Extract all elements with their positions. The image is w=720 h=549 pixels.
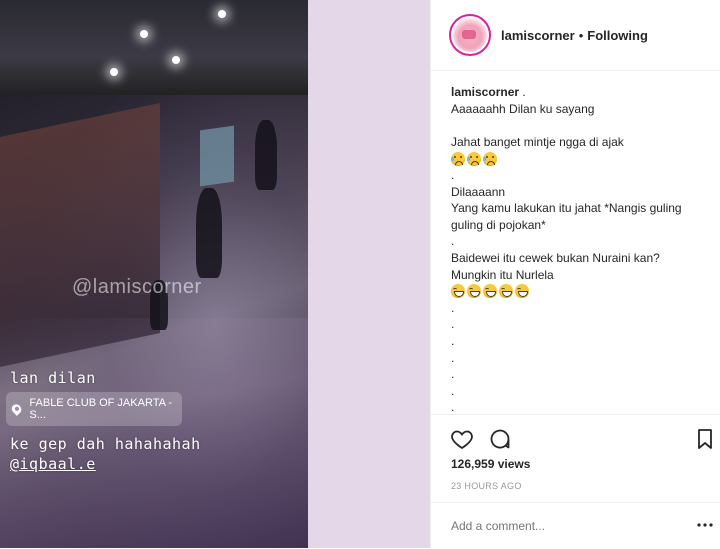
video-ceiling [0, 0, 308, 95]
follow-button[interactable]: Following [587, 28, 648, 43]
story-text-line: ke gep dah hahahahah [10, 435, 201, 453]
comment-bar [431, 502, 720, 549]
laughing-emoji-icon [483, 284, 497, 299]
laughing-emoji-icon [467, 284, 481, 299]
location-sticker[interactable]: FABLE CLUB OF JAKARTA - S... [6, 392, 182, 426]
video-light [140, 30, 148, 38]
laughing-emoji-icon [451, 284, 465, 299]
caption-line: Aaaaaahh Dilan ku sayang [451, 101, 595, 116]
caption-line: . [451, 333, 455, 348]
sad-face-emoji-icon [483, 151, 497, 166]
location-pin-icon [9, 402, 24, 416]
caption-line: . [451, 367, 455, 382]
caption-line: Jahat banget mintje ngga di ajak [451, 134, 624, 149]
caption-line: Mungkin itu Nurlela [451, 267, 554, 282]
comment-input[interactable] [451, 519, 671, 533]
caption-line: guling di pojokan* [451, 217, 546, 232]
video-light [172, 56, 180, 64]
avatar[interactable] [449, 14, 491, 56]
video-light [110, 68, 118, 76]
post-timestamp[interactable]: 23 HOURS AGO [451, 481, 522, 491]
caption-line: . [451, 300, 455, 315]
caption-line: Baidewei itu cewek bukan Nuraini kan? [451, 250, 660, 265]
avatar-image [453, 18, 487, 52]
caption-line: . [451, 383, 455, 398]
video-person [255, 120, 277, 190]
post-header: lamiscorner • Following [431, 0, 720, 71]
story-watermark: @lamiscorner [72, 276, 202, 298]
caption-line: . [451, 234, 455, 249]
laugh-emoji-row [451, 283, 713, 300]
story-mention[interactable]: @iqbaal.e [10, 455, 96, 473]
action-bar [431, 414, 720, 461]
sad-emoji-row [451, 150, 713, 167]
post-panel: lamiscorner • Following lamiscorner . Aa… [430, 0, 720, 548]
video-light [218, 10, 226, 18]
views-count[interactable]: 126,959 views [451, 457, 530, 471]
caption-line: Dilaaaann [451, 184, 506, 199]
more-options-icon[interactable] [697, 523, 713, 527]
caption-line: . [451, 317, 455, 332]
caption-line: . [451, 167, 455, 182]
story-video[interactable]: @lamiscorner lan dilan FABLE CLUB OF JAK… [0, 0, 308, 548]
header-username[interactable]: lamiscorner [501, 28, 575, 43]
laughing-emoji-icon [515, 284, 529, 299]
video-person [196, 188, 222, 278]
video-poster [200, 125, 234, 187]
sad-face-emoji-icon [467, 151, 481, 166]
bookmark-icon[interactable] [693, 427, 717, 451]
post-caption: lamiscorner . Aaaaaahh Dilan ku sayang J… [451, 84, 713, 416]
comment-icon[interactable] [488, 427, 512, 451]
location-label: FABLE CLUB OF JAKARTA - S... [29, 397, 173, 421]
caption-line [451, 117, 713, 134]
caption-username-suffix: . [519, 85, 526, 99]
caption-line: Yang kamu lakukan itu jahat *Nangis guli… [451, 201, 682, 216]
heart-icon[interactable] [450, 427, 474, 451]
caption-username[interactable]: lamiscorner [451, 85, 519, 99]
sad-face-emoji-icon [451, 151, 465, 166]
background-strip [308, 0, 430, 548]
laughing-emoji-icon [499, 284, 513, 299]
header-separator: • [578, 27, 584, 43]
caption-line: . [451, 350, 455, 365]
story-text-line: lan dilan [10, 369, 96, 387]
video-floor [0, 318, 308, 548]
